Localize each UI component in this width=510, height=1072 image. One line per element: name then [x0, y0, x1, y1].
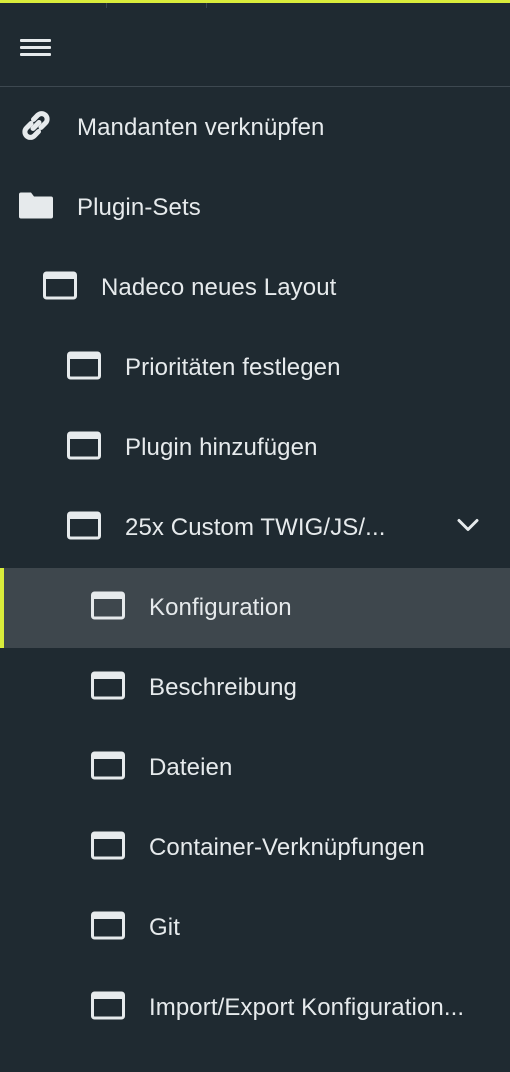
sidebar-item-plugin-sets[interactable]: Plugin-Sets [0, 168, 510, 248]
sidebar-item-label: Nadeco neues Layout [101, 274, 337, 301]
sidebar-item-label: Mandanten verknüpfen [77, 114, 325, 141]
window-icon [91, 831, 125, 865]
top-accent-bar [0, 0, 510, 8]
window-icon [67, 431, 101, 465]
sidebar-header [0, 8, 510, 87]
window-icon [67, 351, 101, 385]
link-icon [18, 108, 54, 149]
sidebar-item-label: 25x Custom TWIG/JS/... [125, 514, 386, 541]
window-icon [91, 911, 125, 945]
sidebar-item-label: Beschreibung [149, 674, 297, 701]
sidebar-item-import-export-konfiguration[interactable]: Import/Export Konfiguration... [0, 968, 510, 1048]
chevron-down-icon[interactable] [457, 519, 479, 538]
sidebar-item-label: Prioritäten festlegen [125, 354, 341, 381]
sidebar-item-dateien[interactable]: Dateien [0, 728, 510, 808]
sidebar-item-mandanten-verknuepfen[interactable]: Mandanten verknüpfen [0, 88, 510, 168]
sidebar-item-konfiguration[interactable]: Konfiguration [0, 568, 510, 648]
folder-icon [18, 191, 54, 226]
window-icon [43, 271, 77, 305]
sidebar-item-git[interactable]: Git [0, 888, 510, 968]
window-icon [91, 991, 125, 1025]
sidebar-item-plugin-hinzufuegen[interactable]: Plugin hinzufügen [0, 408, 510, 488]
window-icon [91, 671, 125, 705]
window-icon [91, 591, 125, 625]
sidebar-item-label: Konfiguration [149, 594, 292, 621]
sidebar-item-beschreibung[interactable]: Beschreibung [0, 648, 510, 728]
sidebar-item-prioritaeten-festlegen[interactable]: Prioritäten festlegen [0, 328, 510, 408]
sidebar-item-label: Plugin-Sets [77, 194, 201, 221]
menu-icon[interactable] [20, 39, 51, 61]
sidebar-item-nadeco-neues-layout[interactable]: Nadeco neues Layout [0, 248, 510, 328]
window-icon [91, 751, 125, 785]
window-icon [67, 511, 101, 545]
sidebar-item-label: Container-Verknüpfungen [149, 834, 425, 861]
sidebar-item-custom-twig-js[interactable]: 25x Custom TWIG/JS/... [0, 488, 510, 568]
sidebar-item-label: Import/Export Konfiguration... [149, 994, 465, 1021]
sidebar-item-container-verknuepfungen[interactable]: Container-Verknüpfungen [0, 808, 510, 888]
sidebar-item-label: Dateien [149, 754, 233, 781]
sidebar-item-label: Plugin hinzufügen [125, 434, 318, 461]
sidebar-item-label: Git [149, 914, 180, 941]
